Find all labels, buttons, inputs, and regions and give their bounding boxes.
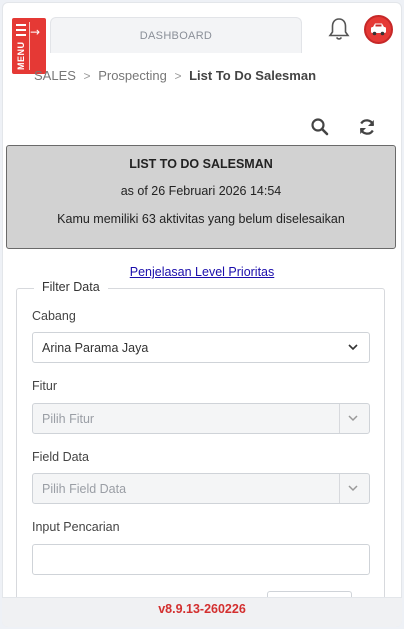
filter-legend: Filter Data (34, 280, 108, 294)
field-data-select[interactable]: Pilih Field Data (32, 473, 370, 504)
cabang-label: Cabang (32, 309, 76, 323)
fitur-chevron-box (339, 404, 369, 433)
field-data-placeholder: Pilih Field Data (42, 482, 127, 496)
fitur-label: Fitur (32, 379, 57, 393)
car-avatar-icon[interactable] (364, 15, 393, 44)
refresh-icon[interactable] (357, 117, 377, 137)
chevron-down-icon (348, 344, 358, 351)
menu-label: MENU (16, 41, 26, 71)
fitur-select[interactable]: Pilih Fitur (32, 403, 370, 434)
breadcrumb-item-sales[interactable]: SALES (34, 68, 76, 83)
field-data-label: Field Data (32, 450, 89, 464)
chevron-right-icon: > (174, 68, 182, 83)
breadcrumb-item-prospecting[interactable]: Prospecting (98, 68, 167, 83)
version-text: v8.9.13-260226 (158, 602, 246, 616)
cabang-value: Arina Parama Jaya (42, 341, 149, 355)
chevron-right-icon: > (83, 68, 91, 83)
field-data-chevron-box (339, 474, 369, 503)
menu-button[interactable]: → MENU (12, 18, 46, 74)
summary-timestamp: as of 26 Februari 2026 14:54 (120, 184, 282, 198)
search-icon[interactable] (310, 117, 330, 137)
summary-message: Kamu memiliki 63 aktivitas yang belum di… (57, 212, 345, 226)
breadcrumb-item-current: List To Do Salesman (189, 68, 317, 84)
chevron-down-icon (348, 415, 358, 422)
summary-title: LIST TO DO SALESMAN (129, 157, 273, 171)
bell-icon[interactable] (327, 16, 351, 42)
arrow-right-icon: → (30, 25, 41, 39)
priority-level-link[interactable]: Penjelasan Level Prioritas (0, 265, 404, 279)
summary-box: LIST TO DO SALESMAN as of 26 Februari 20… (6, 145, 396, 249)
fitur-placeholder: Pilih Fitur (42, 412, 95, 426)
hamburger-icon (16, 24, 26, 39)
breadcrumb: SALES > Prospecting > List To Do Salesma… (34, 67, 316, 83)
cabang-select[interactable]: Arina Parama Jaya (32, 332, 370, 363)
chevron-down-icon (348, 485, 358, 492)
tab-dashboard[interactable]: DASHBOARD (50, 17, 302, 53)
version-footer: v8.9.13-260226 (2, 597, 402, 627)
input-pencarian-label: Input Pencarian (32, 520, 120, 534)
search-text-input[interactable] (32, 544, 370, 575)
